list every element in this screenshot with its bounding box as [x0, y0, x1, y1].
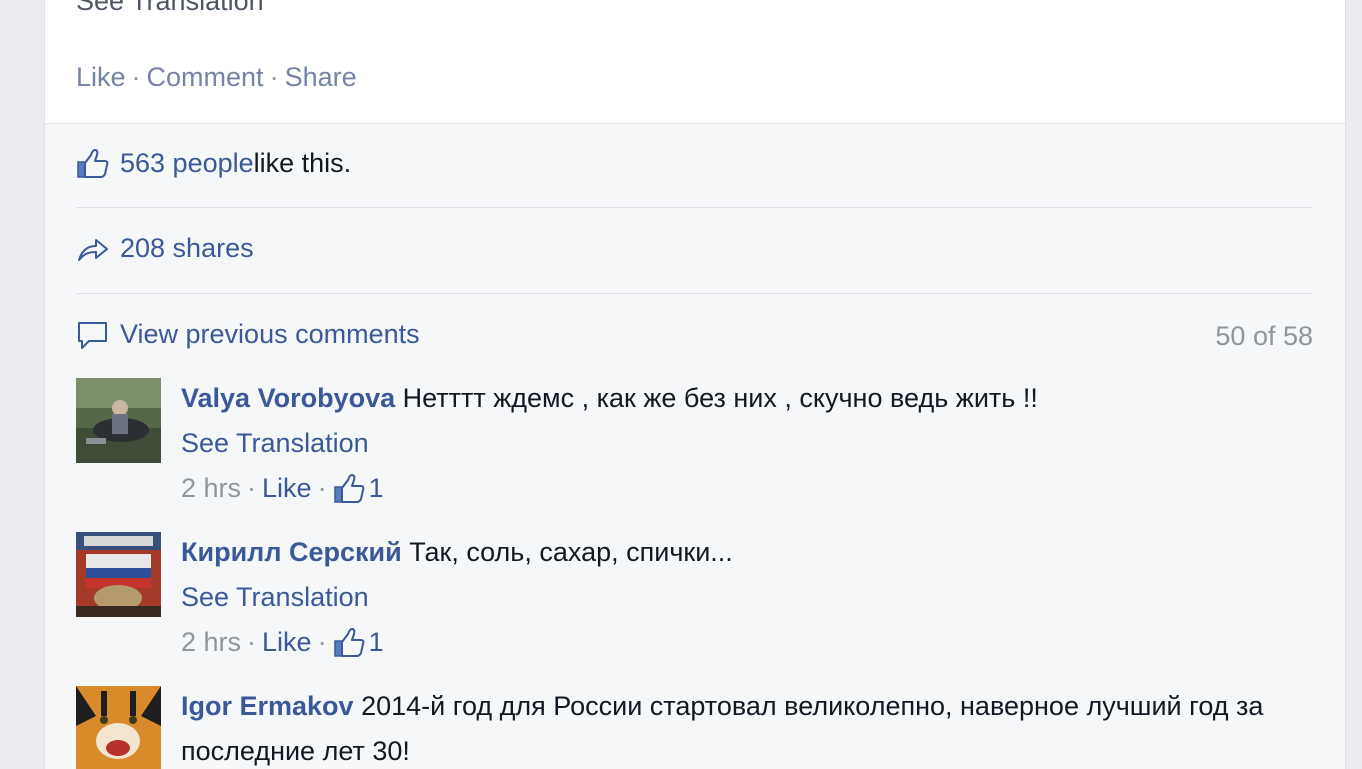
comment-body: Кирилл Серский Так, соль, сахар, спички.…: [181, 530, 1301, 665]
view-previous-comments-link[interactable]: View previous comments: [120, 319, 420, 350]
likes-count-link[interactable]: 563 people: [120, 148, 254, 179]
comment-text: Так, соль, сахар, спички...: [401, 537, 733, 567]
comment-author[interactable]: Valya Vorobyova: [181, 383, 395, 413]
comment-text-line: Кирилл Серский Так, соль, сахар, спички.…: [181, 530, 1301, 575]
comment-like-count[interactable]: 1: [369, 620, 384, 665]
likes-summary: 563 people like this.: [76, 148, 351, 179]
shares-summary: 208 shares: [76, 233, 254, 264]
comment-meta: 2 hrs · Like · 1: [181, 466, 1301, 511]
thumbs-up-icon: [333, 473, 364, 503]
comment-body: Igor Ermakov 2014-й год для России старт…: [181, 684, 1301, 769]
comment-like-link[interactable]: Like: [262, 620, 312, 665]
shares-count-link[interactable]: 208 shares: [120, 233, 254, 264]
avatar-photo: [76, 378, 161, 463]
comment-author[interactable]: Igor Ermakov: [181, 691, 354, 721]
separator: ·: [131, 62, 141, 92]
avatar[interactable]: [76, 686, 161, 769]
separator: ·: [317, 473, 327, 503]
comments-count: 50 of 58: [1215, 321, 1313, 351]
comment-time[interactable]: 2 hrs: [181, 620, 241, 665]
post-actions: Like · Comment · Share: [76, 62, 357, 93]
comment-bubble-icon: [78, 321, 107, 349]
comment-text-line: Igor Ermakov 2014-й год для России старт…: [181, 684, 1301, 769]
divider: [76, 207, 1312, 208]
likes-suffix: like this.: [253, 148, 352, 178]
avatar[interactable]: [76, 532, 161, 617]
post-footer: See Translation Like · Comment · Share: [45, 0, 1345, 124]
separator: ·: [269, 62, 279, 92]
avatar[interactable]: [76, 378, 161, 463]
share-link[interactable]: Share: [285, 62, 357, 92]
see-translation-link[interactable]: See Translation: [76, 0, 264, 17]
view-previous-comments-row: View previous comments 50 of 58: [76, 319, 1313, 351]
see-translation-link[interactable]: See Translation: [181, 582, 369, 612]
comment-text-line: Valya Vorobyova Нетттт ждемс , как же бе…: [181, 376, 1301, 421]
thumbs-up-icon: [333, 627, 364, 657]
thumbs-up-icon: [77, 148, 109, 178]
comment-like-count[interactable]: 1: [369, 466, 384, 511]
like-link[interactable]: Like: [76, 62, 126, 92]
separator: ·: [317, 627, 327, 657]
avatar-photo: [76, 532, 161, 617]
separator: ·: [247, 627, 257, 657]
comment-time[interactable]: 2 hrs: [181, 466, 241, 511]
divider: [76, 293, 1312, 294]
comment-text: Нетттт ждемс , как же без них , скучно в…: [395, 383, 1038, 413]
avatar-photo: [76, 686, 161, 769]
comment-meta: 2 hrs · Like · 1: [181, 620, 1301, 665]
comment-body: Valya Vorobyova Нетттт ждемс , как же бе…: [181, 376, 1301, 511]
separator: ·: [247, 473, 257, 503]
comment-like-link[interactable]: Like: [262, 466, 312, 511]
post-card: See Translation Like · Comment · Share 563 p…: [44, 0, 1346, 769]
see-translation-link[interactable]: See Translation: [181, 428, 369, 458]
share-arrow-icon: [78, 238, 108, 261]
comment-link[interactable]: Comment: [147, 62, 264, 92]
comment-author[interactable]: Кирилл Серский: [181, 537, 402, 567]
